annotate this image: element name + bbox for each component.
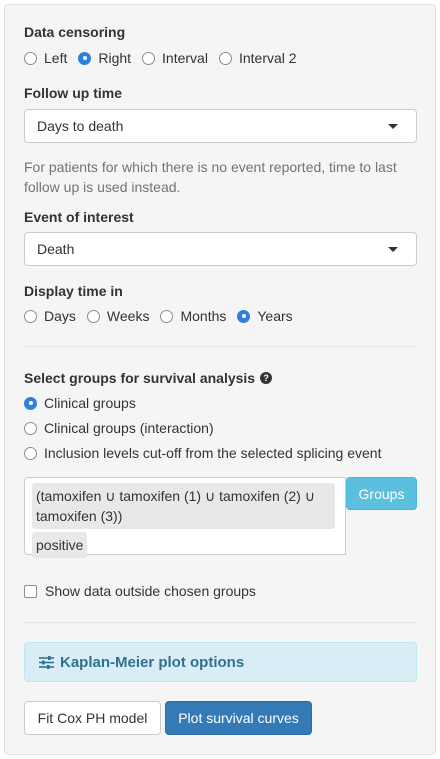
group-option-inclusion-levels[interactable]: Inclusion levels cut-off from the select… [24, 445, 381, 461]
follow-up-label: Follow up time [24, 85, 122, 101]
option-label: Interval [162, 50, 208, 66]
censoring-radio-group: Left Right Interval Interval 2 [24, 50, 308, 66]
event-value: Death [37, 241, 75, 257]
sliders-icon [39, 655, 54, 669]
radio-button[interactable] [24, 396, 37, 410]
caret-down-icon [388, 124, 398, 129]
event-select[interactable]: Death [24, 232, 417, 266]
groups-label-row: Select groups for survival analysis ? [24, 370, 273, 386]
option-label: Interval 2 [238, 50, 297, 66]
censoring-label: Data censoring [24, 24, 126, 40]
option-label: Years [257, 308, 293, 324]
display-time-radio-group: Days Weeks Months Years [24, 308, 304, 324]
option-label: Show data outside chosen groups [45, 583, 256, 599]
radio-button[interactable] [142, 51, 156, 65]
display-time-option-days[interactable]: Days [24, 308, 76, 324]
group-chip[interactable]: (tamoxifen ∪ tamoxifen (1) ∪ tamoxifen (… [32, 483, 335, 529]
display-time-option-years[interactable]: Years [237, 308, 293, 324]
kaplan-meier-options-toggle[interactable]: Kaplan-Meier plot options [24, 642, 417, 682]
option-label: Months [180, 308, 227, 324]
censoring-option-right[interactable]: Right [78, 50, 131, 66]
group-chip[interactable]: positive [32, 532, 88, 558]
divider [24, 346, 417, 347]
group-option-clinical-interaction[interactable]: Clinical groups (interaction) [24, 420, 214, 436]
radio-button[interactable] [24, 421, 37, 435]
radio-button[interactable] [24, 446, 37, 460]
radio-button[interactable] [78, 51, 92, 65]
radio-button[interactable] [160, 309, 174, 323]
caret-down-icon [388, 247, 398, 252]
divider [24, 622, 417, 623]
fit-cox-button[interactable]: Fit Cox PH model [24, 701, 161, 735]
display-time-label: Display time in [24, 283, 123, 299]
group-option-clinical[interactable]: Clinical groups [24, 395, 136, 411]
radio-button[interactable] [237, 309, 251, 323]
groups-label: Select groups for survival analysis [24, 370, 256, 386]
event-label: Event of interest [24, 209, 134, 225]
radio-button[interactable] [24, 309, 37, 323]
option-label: Clinical groups [44, 395, 136, 411]
question-circle-icon[interactable]: ? [260, 372, 273, 384]
follow-up-value: Days to death [37, 118, 124, 134]
option-label: Left [44, 50, 68, 66]
display-time-option-weeks[interactable]: Weeks [86, 308, 150, 324]
radio-button[interactable] [86, 309, 100, 323]
option-label: Clinical groups (interaction) [44, 420, 214, 436]
plot-survival-curves-button[interactable]: Plot survival curves [165, 701, 312, 735]
censoring-option-interval[interactable]: Interval [142, 50, 208, 66]
censoring-option-left[interactable]: Left [24, 50, 67, 66]
follow-up-help-text: For patients for which there is no event… [24, 159, 397, 195]
option-label: Weeks [106, 308, 150, 324]
option-label: Days [44, 308, 76, 324]
groups-button[interactable]: Groups [346, 477, 417, 510]
censoring-option-interval-2[interactable]: Interval 2 [218, 50, 297, 66]
follow-up-select[interactable]: Days to death [24, 109, 417, 143]
option-label: Right [98, 50, 132, 66]
checkbox[interactable] [24, 584, 37, 598]
option-label: Inclusion levels cut-off from the select… [44, 445, 382, 461]
kaplan-meier-label: Kaplan-Meier plot options [60, 653, 245, 671]
groups-selectize-input[interactable]: (tamoxifen ∪ tamoxifen (1) ∪ tamoxifen (… [24, 477, 346, 558]
radio-button[interactable] [24, 51, 37, 65]
display-time-option-months[interactable]: Months [160, 308, 226, 324]
radio-button[interactable] [218, 51, 232, 65]
show-outside-groups-option[interactable]: Show data outside chosen groups [24, 583, 256, 599]
